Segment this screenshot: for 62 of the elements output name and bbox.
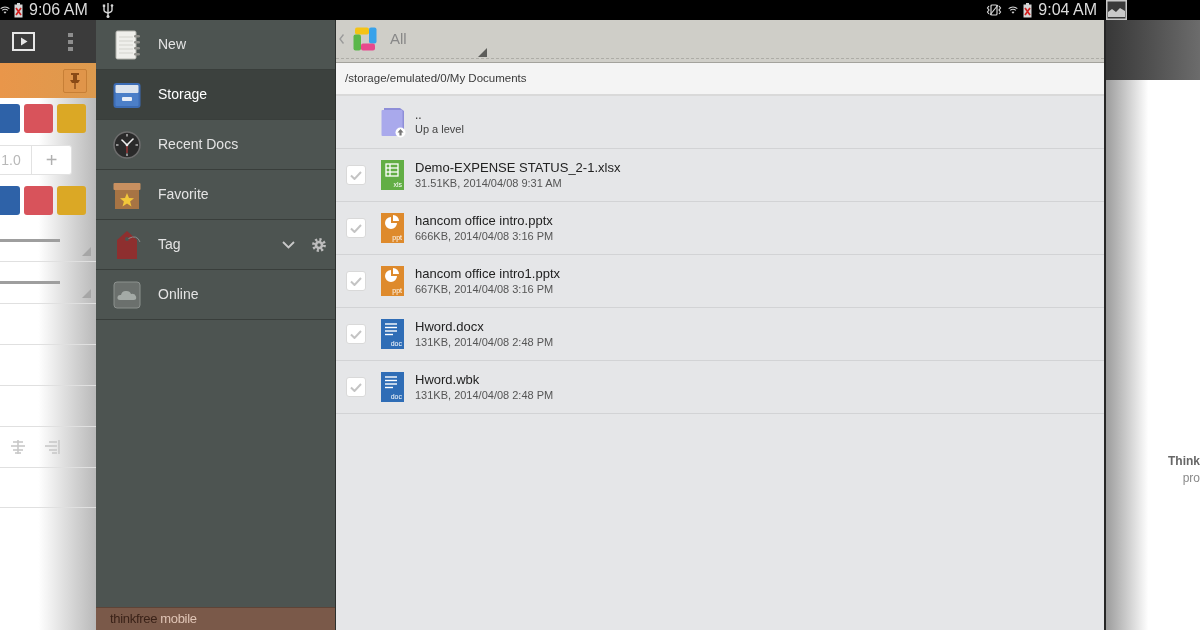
panel-text: pro — [1182, 470, 1200, 487]
file-name[interactable]: hancom office intro1.pptx — [415, 266, 560, 282]
checkmark-icon — [350, 223, 362, 233]
file-name[interactable]: Hword.docx — [415, 319, 554, 335]
settings-icon[interactable] — [312, 237, 326, 252]
notebook-icon — [113, 29, 141, 60]
line-sample[interactable] — [0, 239, 60, 242]
drawer-item[interactable]: Favorite — [96, 170, 335, 220]
checkbox[interactable] — [346, 165, 366, 185]
checkmark-icon — [350, 276, 362, 286]
parent-folder-name[interactable]: .. — [415, 108, 464, 122]
file-name[interactable]: Hword.wbk — [415, 372, 554, 388]
checkmark-icon — [350, 170, 362, 180]
battery-icon — [14, 2, 23, 18]
line-sample[interactable] — [0, 281, 60, 284]
file-name[interactable]: Demo-EXPENSE STATUS_2-1.xlsx — [415, 160, 621, 176]
cloud-box-icon — [113, 279, 141, 310]
brand-name: thinkfree — [110, 610, 158, 629]
more-options-icon[interactable] — [68, 32, 73, 51]
file-details: 31.51KB, 2014/04/08 9:31 AM — [415, 176, 563, 190]
clock-icon — [113, 129, 141, 160]
color-swatch[interactable] — [24, 104, 53, 133]
checkbox[interactable] — [346, 271, 366, 291]
checkbox[interactable] — [346, 324, 366, 344]
dropdown-corner-icon[interactable] — [477, 48, 487, 57]
checkbox[interactable] — [346, 377, 366, 397]
color-swatch[interactable] — [57, 186, 86, 215]
align-right-icon[interactable] — [44, 440, 60, 454]
status-time: 9:06 AM — [29, 2, 88, 18]
file-details: 131KB, 2014/04/08 2:48 PM — [415, 335, 554, 349]
file-details: 667KB, 2014/04/08 3:16 PM — [415, 282, 555, 296]
drawer-item[interactable]: Tag — [96, 220, 335, 270]
brand-suffix: mobile — [160, 610, 197, 629]
drawer-item[interactable]: Storage — [96, 70, 335, 120]
path-text: /storage/emulated/0/My Documents — [336, 63, 1104, 96]
status-time: 9:04 AM — [1038, 2, 1097, 18]
back-chevron-icon[interactable] — [339, 34, 344, 44]
checkmark-icon — [350, 329, 362, 339]
parent-caption: Up a level — [415, 122, 464, 136]
checkbox[interactable] — [346, 218, 366, 238]
panel-text: Think — [1168, 453, 1200, 470]
play-icon[interactable] — [12, 32, 35, 51]
file-details: 131KB, 2014/04/08 2:48 PM — [415, 388, 554, 402]
drawer-item[interactable]: Online — [96, 270, 335, 320]
color-swatch[interactable] — [57, 104, 86, 133]
vibrate-icon — [986, 4, 1003, 16]
pin-button[interactable] — [63, 68, 87, 93]
color-swatch[interactable] — [24, 186, 53, 215]
blocks-logo-icon[interactable] — [353, 27, 377, 51]
pin-icon — [70, 72, 80, 89]
file-details: 666KB, 2014/04/08 3:16 PM — [415, 229, 554, 243]
usb-icon — [101, 2, 114, 18]
wifi-icon — [1008, 5, 1019, 15]
align-center-icon[interactable] — [10, 440, 26, 454]
drawer-item[interactable]: Recent Docs — [96, 120, 335, 170]
folder-up-icon[interactable] — [381, 106, 407, 138]
checkmark-icon — [350, 382, 362, 392]
file-name[interactable]: hancom office intro.pptx — [415, 213, 554, 229]
wifi-icon — [0, 5, 10, 15]
chevron-down-icon[interactable] — [282, 240, 295, 249]
battery-icon — [1023, 2, 1033, 18]
image-icon[interactable] — [1106, 0, 1127, 20]
